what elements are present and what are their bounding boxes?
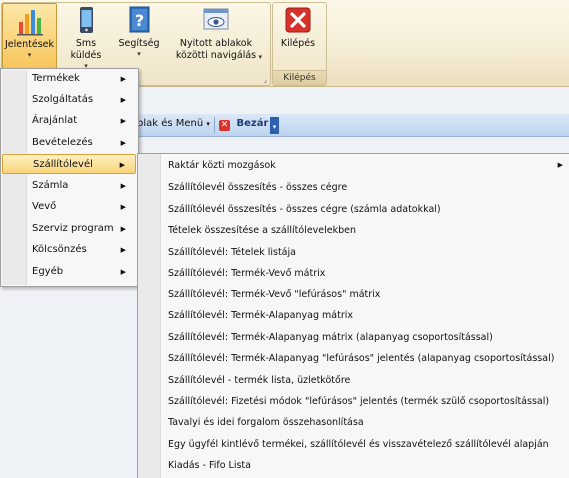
windows-menu-button[interactable]: blak és Menü ▾: [137, 118, 210, 129]
toolstrip-overflow-icon[interactable]: ▾: [270, 117, 279, 134]
menu-item-vevo[interactable]: Vevő ▶: [2, 197, 136, 217]
submenu-arrow-icon: ▶: [120, 182, 126, 190]
submenu-item-label: Szállítólevél: Termék-Vevő mátrix: [168, 268, 326, 279]
submenu-arrow-icon: ▶: [557, 161, 563, 169]
exit-button-label: Kilépés: [280, 38, 316, 49]
close-icon: [283, 5, 313, 35]
submenu-item-label: Egy ügyfél kintlévő termékei, szállítóle…: [168, 439, 549, 450]
sms-send-button-label: Sms küldés: [70, 38, 102, 61]
svg-text:?: ?: [135, 11, 144, 30]
menu-item-kolcsonzes[interactable]: Kölcsönzés ▶: [2, 240, 136, 260]
menu-item-label: Egyéb: [32, 266, 64, 277]
window-eye-icon: [201, 5, 231, 35]
reports-button[interactable]: Jelentések ▾: [2, 3, 57, 69]
exit-button[interactable]: Kilépés: [275, 3, 321, 67]
reports-dropdown-menu: Termékek ▶ Szolgáltatás ▶ Árajánlat ▶ Bevét…: [0, 68, 139, 287]
menu-item-szerviz-program[interactable]: Szerviz program ▶: [2, 219, 136, 239]
menu-item-label: Árajánlat: [32, 115, 78, 126]
submenu-item[interactable]: Szállítólevél: Termék-Vevő "lefúrásos" m…: [168, 284, 563, 305]
menu-item-label: Bevételezés: [32, 137, 93, 148]
menu-item-label: Vevő: [32, 201, 57, 212]
menu-item-szolgaltatas[interactable]: Szolgáltatás ▶: [2, 90, 136, 110]
szallitolevel-submenu: Raktár közti mozgások ▶ Szállítólevél öss…: [137, 153, 569, 478]
chevron-down-icon: ▾: [137, 50, 141, 58]
submenu-item-label: Szállítólevél: Termék-Vevő "lefúrásos" m…: [168, 289, 381, 300]
window-navigation-button-label: Nyitott ablakok közötti navigálás: [175, 38, 257, 61]
submenu-item-label: Szállítólevél: Tételek listája: [168, 247, 296, 258]
submenu-item-label: Szállítólevél: Termék-Alapanyag mátrix (…: [168, 332, 493, 343]
submenu-icon-margin: [138, 154, 161, 478]
submenu-item[interactable]: Kiadás - Fifo Lista: [168, 455, 563, 476]
submenu-arrow-icon: ▶: [120, 96, 126, 104]
submenu-arrow-icon: ▶: [120, 139, 126, 147]
submenu-item-label: Szállítólevél összesítés - összes cégre …: [168, 204, 441, 215]
menu-item-bevetelezes[interactable]: Bevételezés ▶: [2, 133, 136, 153]
chevron-down-icon: ▾: [27, 51, 32, 59]
close-window-label: Bezár: [236, 118, 269, 129]
bar-chart-icon: [15, 6, 45, 36]
submenu-arrow-icon: ▶: [120, 203, 126, 211]
chevron-down-icon: ▾: [258, 53, 262, 61]
phone-icon: [71, 5, 101, 35]
submenu-item[interactable]: Szállítólevél: Termék-Alapanyag "lefúrás…: [168, 348, 563, 369]
help-button-label: Segítség: [118, 38, 160, 49]
submenu-item-label: Tavalyi és idei forgalom összehasonlítás…: [168, 417, 364, 428]
menu-item-label: Termékek: [32, 73, 80, 84]
submenu-item[interactable]: Szállítólevél: Fizetési módok "lefúrásos…: [168, 391, 563, 412]
window-toolstrip: blak és Menü ▾ ✕ Bezár ▾: [137, 114, 569, 137]
submenu-arrow-icon: ▶: [120, 75, 126, 83]
submenu-arrow-icon: ▶: [120, 246, 126, 254]
close-window-button[interactable]: ✕ Bezár: [219, 118, 268, 131]
menu-item-szallitolevel[interactable]: Szállítólevél ▶: [2, 154, 136, 174]
menu-item-label: Szállítólevél: [33, 159, 93, 170]
windows-menu-label: blak és Menü: [137, 118, 204, 129]
submenu-item-label: Szállítólevél: Fizetési módok "lefúrásos…: [168, 396, 550, 407]
reports-button-label: Jelentések: [4, 39, 55, 50]
menu-item-label: Számla: [32, 180, 69, 191]
submenu-item[interactable]: Szállítólevél: Tételek listája: [168, 242, 563, 263]
submenu-item[interactable]: Szállítólevél: Termék-Alapanyag mátrix (…: [168, 327, 563, 348]
submenu-item[interactable]: Szállítólevél összesítés - összes cégre …: [168, 199, 563, 220]
submenu-arrow-icon: ▶: [119, 161, 125, 169]
submenu-item[interactable]: Szállítólevél - termék lista, üzletkötőr…: [168, 370, 563, 391]
submenu-arrow-icon: ▶: [120, 225, 126, 233]
submenu-item-label: Szállítólevél: Termék-Alapanyag mátrix: [168, 310, 353, 321]
submenu-arrow-icon: ▶: [120, 268, 126, 276]
submenu-item-label: Kiadás - Fifo Lista: [168, 460, 251, 471]
submenu-item-raktar-mozgasok[interactable]: Raktár közti mozgások ▶: [168, 155, 563, 176]
window-navigation-button[interactable]: Nyitott ablakok közötti navigálás ▾: [166, 3, 266, 67]
submenu-item-label: Tételek összesítése a szállítólevelekben: [168, 225, 357, 236]
group-exit-label: Kilépés: [273, 70, 326, 85]
submenu-item-label: Szállítólevél - termék lista, üzletkötőr…: [168, 375, 351, 386]
menu-item-label: Szerviz program: [32, 223, 114, 234]
menu-item-termekek[interactable]: Termékek ▶: [2, 69, 136, 89]
help-button[interactable]: ? Segítség ▾: [113, 3, 165, 67]
chevron-down-icon: ▾: [206, 120, 210, 128]
submenu-arrow-icon: ▶: [120, 117, 126, 125]
submenu-item[interactable]: Egy ügyfél kintlévő termékei, szállítóle…: [168, 434, 563, 455]
menu-item-label: Kölcsönzés: [32, 244, 87, 255]
menu-item-label: Szolgáltatás: [32, 94, 94, 105]
submenu-item[interactable]: Tételek összesítése a szállítólevelekben: [168, 220, 563, 241]
submenu-item[interactable]: Szállítólevél: Termék-Vevő mátrix: [168, 263, 563, 284]
submenu-item[interactable]: Szállítólevél: Termék-Alapanyag mátrix: [168, 305, 563, 326]
help-book-icon: ?: [124, 5, 154, 35]
group-launcher-icon[interactable]: ⌟: [264, 76, 267, 84]
submenu-item[interactable]: Szállítólevél összesítés - összes cégre: [168, 177, 563, 198]
close-small-icon: ✕: [219, 120, 230, 131]
menu-item-arajanlat[interactable]: Árajánlat ▶: [2, 111, 136, 131]
submenu-item-label: Szállítólevél: Termék-Alapanyag "lefúrás…: [168, 353, 555, 364]
sms-send-button[interactable]: Sms küldés ▾: [60, 3, 112, 70]
submenu-item[interactable]: Tavalyi és idei forgalom összehasonlítás…: [168, 412, 563, 433]
submenu-item-label: Raktár közti mozgások: [168, 160, 276, 171]
submenu-item-label: Szállítólevél összesítés - összes cégre: [168, 182, 348, 193]
menu-item-szamla[interactable]: Számla ▶: [2, 176, 136, 196]
menu-item-egyeb[interactable]: Egyéb ▶: [2, 262, 136, 282]
toolstrip-divider: [214, 117, 215, 133]
